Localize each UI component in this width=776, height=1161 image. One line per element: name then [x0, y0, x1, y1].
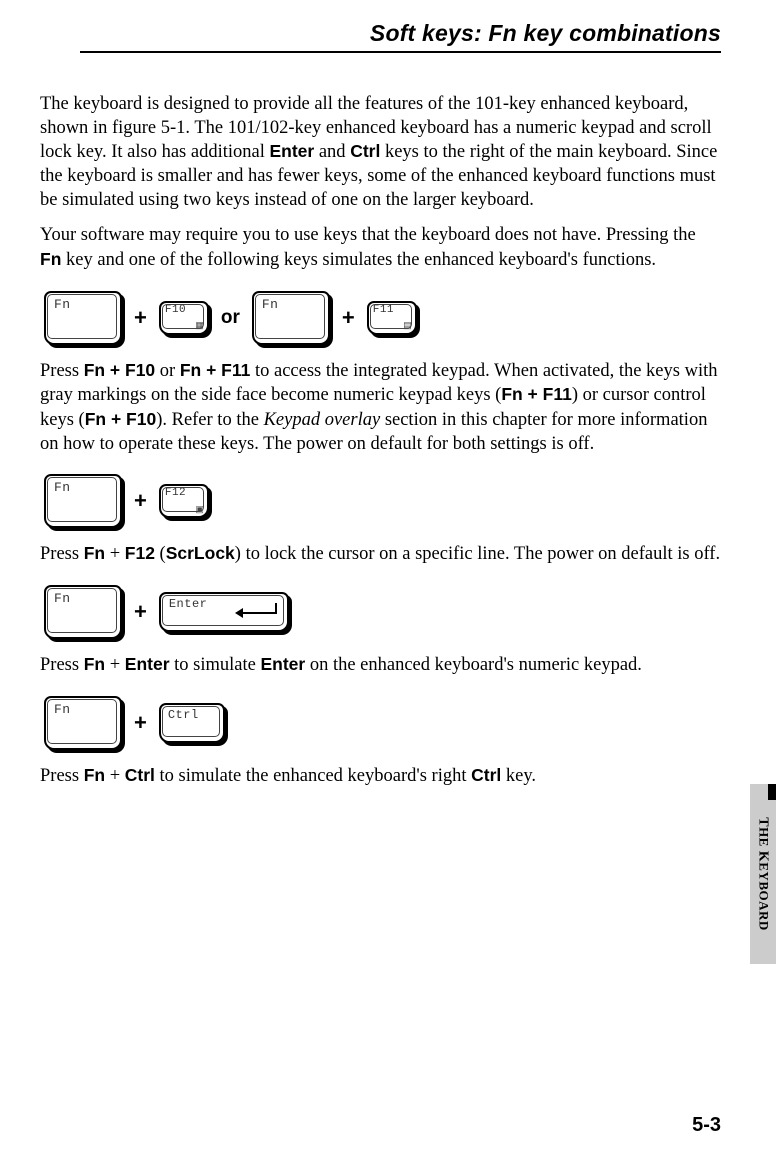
key-label: Fn: [54, 702, 71, 719]
text: Press: [40, 766, 84, 786]
key-name: Fn + F11: [501, 384, 572, 404]
para-f12: Press Fn + F12 (ScrLock) to lock the cur…: [40, 542, 721, 567]
plus-icon: +: [134, 487, 147, 515]
key-label: F10: [165, 303, 186, 317]
key-label: F11: [373, 303, 394, 317]
key-name: Enter: [260, 654, 305, 674]
key-name: F12: [125, 543, 155, 563]
plus-icon: +: [342, 304, 355, 332]
enter-arrow-icon: [237, 603, 277, 615]
chapter-side-tab: THE KEYBOARD: [750, 784, 776, 964]
sub-glyph-icon: ▤: [403, 320, 412, 332]
body: The keyboard is designed to provide all …: [40, 93, 721, 788]
para-enter: Press Fn + Enter to simulate Enter on th…: [40, 653, 721, 678]
intro-para-1: The keyboard is designed to provide all …: [40, 93, 721, 212]
key-name: ScrLock: [166, 543, 235, 563]
text: +: [105, 655, 125, 675]
keycap-f10-icon: F10 ▦: [159, 301, 209, 335]
keycap-fn-icon: Fn: [44, 585, 122, 639]
text: Press: [40, 655, 84, 675]
text: Press: [40, 361, 84, 381]
text: key and one of the following keys simula…: [61, 250, 656, 270]
side-tab-marker: [768, 784, 776, 800]
text: T: [756, 817, 771, 827]
text: +: [105, 544, 125, 564]
key-label: Fn: [54, 591, 71, 608]
text: K: [756, 847, 771, 862]
key-name: Fn: [84, 543, 105, 563]
keycap-f11-icon: F11 ▤: [367, 301, 417, 335]
intro-para-2: Your software may require you to use key…: [40, 224, 721, 272]
text: ). Refer to the: [156, 410, 263, 430]
text: on the enhanced keyboard's numeric keypa…: [305, 655, 642, 675]
text: (: [155, 544, 166, 564]
key-name: Fn: [40, 249, 61, 269]
text: to simulate the enhanced keyboard's righ…: [155, 766, 471, 786]
key-name: Enter: [269, 141, 314, 161]
key-combo-row-1: Fn + F10 ▦ or Fn + F11 ▤: [44, 291, 721, 345]
key-name: Ctrl: [471, 765, 501, 785]
plus-icon: +: [134, 709, 147, 737]
key-combo-row-2: Fn + F12 ▣: [44, 474, 721, 528]
plus-icon: +: [134, 304, 147, 332]
keycap-fn-icon: Fn: [252, 291, 330, 345]
sub-glyph-icon: ▦: [195, 320, 204, 332]
or-text: or: [221, 306, 240, 330]
key-label: Enter: [169, 597, 208, 612]
section-ref: Keypad overlay: [264, 410, 381, 430]
section-title: Soft keys: Fn key combinations: [370, 20, 721, 46]
text: or: [155, 361, 180, 381]
key-label: Fn: [54, 480, 71, 497]
key-label: F12: [165, 486, 186, 500]
text: to simulate: [170, 655, 261, 675]
key-label: Fn: [262, 297, 279, 314]
page-number: 5-3: [692, 1114, 721, 1137]
key-name: Fn + F10: [84, 360, 155, 380]
sub-glyph-icon: ▣: [195, 504, 204, 516]
keycap-fn-icon: Fn: [44, 291, 122, 345]
text: HE: [757, 827, 772, 847]
text: Press: [40, 544, 84, 564]
keycap-ctrl-icon: Ctrl: [159, 703, 225, 743]
text: EYBOARD: [757, 862, 772, 931]
side-tab-label: THE KEYBOARD: [755, 817, 772, 931]
keycap-fn-icon: Fn: [44, 696, 122, 750]
plus-icon: +: [134, 598, 147, 626]
key-name: Enter: [125, 654, 170, 674]
key-name: Fn + F11: [180, 360, 251, 380]
key-name: Ctrl: [125, 765, 155, 785]
key-label: Ctrl: [168, 708, 199, 723]
keycap-enter-icon: Enter: [159, 592, 289, 632]
text: ) to lock the cursor on a specific line.…: [235, 544, 720, 564]
key-name: Fn + F10: [85, 409, 156, 429]
key-name: Fn: [84, 654, 105, 674]
text: Your software may require you to use key…: [40, 225, 696, 245]
key-name: Fn: [84, 765, 105, 785]
para-ctrl: Press Fn + Ctrl to simulate the enhanced…: [40, 764, 721, 789]
header-rule: Soft keys: Fn key combinations: [80, 20, 721, 53]
text: +: [105, 766, 125, 786]
key-combo-row-4: Fn + Ctrl: [44, 696, 721, 750]
key-name: Ctrl: [350, 141, 380, 161]
text: key.: [501, 766, 536, 786]
key-label: Fn: [54, 297, 71, 314]
para-f10-f11: Press Fn + F10 or Fn + F11 to access the…: [40, 359, 721, 457]
keycap-fn-icon: Fn: [44, 474, 122, 528]
text: and: [314, 142, 350, 162]
keycap-f12-icon: F12 ▣: [159, 484, 209, 518]
page-content: Soft keys: Fn key combinations The keybo…: [0, 0, 776, 788]
key-combo-row-3: Fn + Enter: [44, 585, 721, 639]
